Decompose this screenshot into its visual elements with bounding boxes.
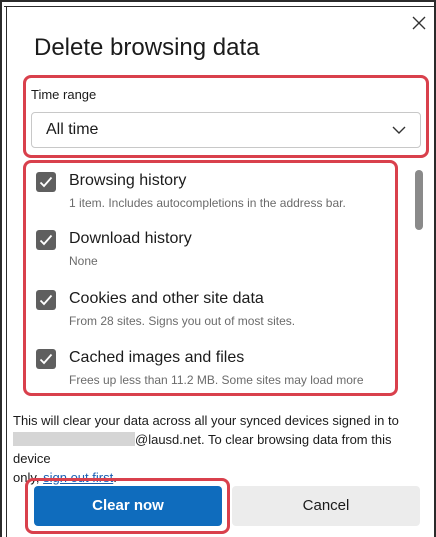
highlight-time-range xyxy=(23,75,429,158)
frame-line-left xyxy=(6,6,7,537)
close-icon[interactable] xyxy=(410,14,428,32)
redacted-username xyxy=(13,432,135,446)
info-line-1: This will clear your data across all you… xyxy=(13,413,399,428)
frame-line-top xyxy=(4,6,435,7)
sync-info-text: This will clear your data across all you… xyxy=(13,411,423,487)
dialog-title: Delete browsing data xyxy=(34,34,260,61)
cancel-button[interactable]: Cancel xyxy=(232,486,420,526)
list-scrollbar[interactable] xyxy=(415,170,423,230)
highlight-clear-button xyxy=(25,478,230,534)
highlight-data-list xyxy=(23,160,398,396)
